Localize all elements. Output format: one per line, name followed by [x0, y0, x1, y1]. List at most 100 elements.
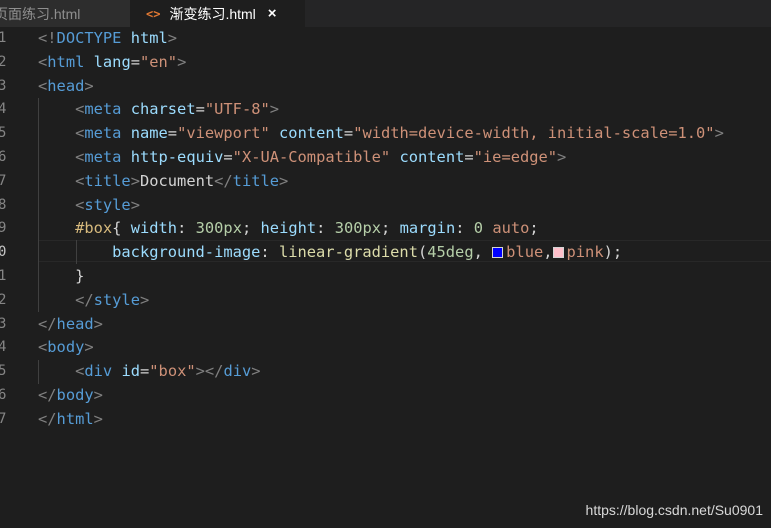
token-punct: ,: [543, 243, 553, 262]
token-punct: <: [75, 362, 85, 381]
code-line: <meta charset="UTF-8">: [38, 98, 279, 122]
token-punct: >: [130, 195, 140, 214]
code-editor-window: 页面练习.html <> 渐变练习.html × 1 2 3 4 5 6 7 8…: [0, 0, 771, 528]
tab-inactive-file[interactable]: 页面练习.html: [0, 0, 130, 27]
token-punct: }: [75, 267, 85, 285]
token-attr: id: [121, 362, 140, 381]
code-line: <!DOCTYPE html>: [38, 27, 177, 51]
code-line: <title>Document</title>: [38, 170, 288, 194]
token-punct: ): [603, 243, 613, 262]
close-icon[interactable]: ×: [268, 5, 277, 22]
token-punct: ;: [529, 219, 539, 238]
code-line: <meta name="viewport" content="width=dev…: [38, 122, 724, 146]
token-tag: title: [232, 171, 280, 190]
token-punct: :: [177, 219, 187, 238]
code-line: #box{ width: 300px; height: 300px; margi…: [38, 217, 539, 241]
line-number: 8: [0, 196, 7, 213]
line-number: 9: [0, 220, 7, 237]
token-punct: >: [139, 290, 150, 309]
token-punct: ;: [381, 219, 391, 238]
token-tag: head: [56, 314, 94, 333]
code-line: </head>: [38, 313, 103, 337]
token-punct: >: [177, 52, 187, 71]
line-number: 4: [0, 101, 7, 118]
token-punct: <: [75, 100, 85, 119]
token-tag: meta: [84, 100, 122, 119]
token-property: background-image: [112, 243, 261, 262]
line-number: 5: [0, 363, 7, 380]
watermark-url: https://blog.csdn.net/Su0901: [585, 502, 763, 518]
token-punct: <: [75, 195, 85, 214]
token-punct: >: [714, 124, 724, 143]
token-string: "viewport": [177, 124, 270, 143]
line-number: 2: [0, 53, 7, 70]
html-file-icon: <>: [146, 6, 161, 21]
line-number: 4: [0, 339, 7, 356]
token-string: "ie=edge": [473, 148, 558, 166]
code-line: <head>: [38, 75, 94, 99]
line-number: 6: [0, 387, 7, 403]
token-punct: >: [93, 314, 103, 333]
token-attr: html: [130, 29, 168, 47]
token-punct: </: [75, 290, 94, 309]
code-line: }: [38, 265, 84, 289]
token-punct: >: [84, 338, 94, 357]
line-number: 3: [0, 315, 7, 332]
token-attr: charset: [130, 100, 196, 119]
token-punct: =: [130, 52, 140, 71]
token-string: "X-UA-Compatible": [232, 148, 391, 166]
token-punct: =: [140, 362, 150, 381]
token-property: margin: [399, 219, 456, 238]
token-attr: http-equiv: [130, 148, 224, 166]
token-punct: <: [38, 76, 48, 95]
token-punct: >: [93, 409, 103, 428]
token-punct: </: [204, 362, 224, 381]
line-number: 3: [0, 77, 7, 94]
token-punct: =: [195, 100, 205, 119]
tab-active-file[interactable]: <> 渐变练习.html ×: [130, 0, 305, 27]
token-punct: (: [417, 243, 428, 262]
token-value: auto: [492, 219, 530, 238]
color-swatch-icon[interactable]: [492, 247, 504, 259]
line-number: 5: [0, 125, 7, 142]
token-punct: >: [195, 362, 205, 381]
token-tag: html: [47, 52, 85, 71]
code-line: <body>: [38, 336, 94, 360]
token-tag: html: [56, 409, 94, 428]
token-string: "en": [140, 52, 178, 71]
token-punct: >: [167, 29, 178, 47]
line-number: 0: [0, 244, 7, 261]
token-string: "box": [149, 362, 196, 381]
token-tag: body: [47, 338, 85, 357]
token-number: 300px: [334, 219, 382, 238]
token-tag: meta: [84, 148, 122, 166]
line-number: 1: [0, 30, 7, 46]
token-tag: style: [93, 290, 140, 309]
token-punct: </: [38, 386, 57, 404]
token-punct: >: [130, 171, 140, 190]
token-property: height: [260, 219, 317, 238]
token-number: 45deg: [427, 243, 474, 262]
color-swatch-icon[interactable]: [552, 247, 564, 259]
token-value: pink: [566, 243, 604, 262]
code-line: </style>: [38, 289, 149, 313]
token-punct: >: [93, 386, 103, 404]
token-tag: meta: [84, 124, 122, 143]
token-tag: style: [84, 195, 131, 214]
token-punct: :: [316, 219, 326, 238]
token-punct: </: [38, 409, 57, 428]
token-property: width: [130, 219, 178, 238]
token-string: "width=device-width, initial-scale=1.0": [353, 124, 715, 143]
editor-area[interactable]: 1 2 3 4 5 6 7 8 9 0 1 2 3 4 5 6 7 <!DOCT…: [0, 27, 771, 528]
token-punct: >: [269, 100, 280, 119]
token-punct: </: [38, 314, 57, 333]
token-attr: lang: [93, 52, 131, 71]
token-attr: content: [279, 124, 344, 143]
token-keyword: DOCTYPE: [56, 29, 122, 47]
token-punct: </: [214, 171, 233, 190]
token-value: blue: [506, 243, 544, 262]
line-number: 7: [0, 172, 7, 189]
token-punct: <: [75, 148, 85, 166]
code-line: <meta http-equiv="X-UA-Compatible" conte…: [38, 146, 566, 170]
token-string: "UTF-8": [204, 100, 270, 119]
